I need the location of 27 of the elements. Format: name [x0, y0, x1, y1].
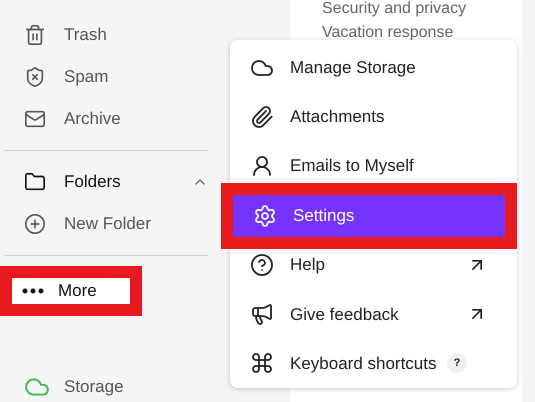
more-icon	[22, 288, 44, 294]
settings-link[interactable]: Vacation response	[322, 24, 522, 42]
plus-icon	[24, 213, 46, 235]
menu-item[interactable]: Attachments	[230, 100, 517, 134]
sidebar-item[interactable]: Archive	[4, 98, 208, 140]
trash-icon	[24, 24, 46, 46]
person-icon	[250, 154, 274, 178]
sidebar-item[interactable]: More	[12, 278, 97, 304]
settings-link[interactable]: Security and privacy	[322, 0, 522, 18]
sidebar-item[interactable]: Folders	[4, 161, 208, 203]
settings-icon	[253, 204, 277, 228]
shield-icon	[24, 66, 46, 88]
menu-item[interactable]: Help	[230, 248, 517, 282]
menu-item[interactable]: Manage Storage	[230, 50, 517, 85]
sidebar-item[interactable]: Spam	[4, 56, 208, 98]
megaphone-icon	[250, 302, 274, 326]
menu-item[interactable]: Emails to Myself	[230, 148, 517, 183]
help-icon	[250, 253, 274, 278]
paperclip-icon	[250, 104, 274, 129]
command-icon	[250, 351, 274, 376]
menu-item[interactable]: Settings	[233, 194, 505, 237]
sidebar-item[interactable]: Trash	[4, 14, 208, 56]
sidebar-item[interactable]: New Folder	[4, 203, 208, 245]
archive-icon	[24, 108, 46, 130]
menu-item[interactable]: Give feedback	[230, 297, 517, 332]
folder-icon	[24, 171, 46, 193]
shortcut-key: ?	[447, 353, 467, 374]
